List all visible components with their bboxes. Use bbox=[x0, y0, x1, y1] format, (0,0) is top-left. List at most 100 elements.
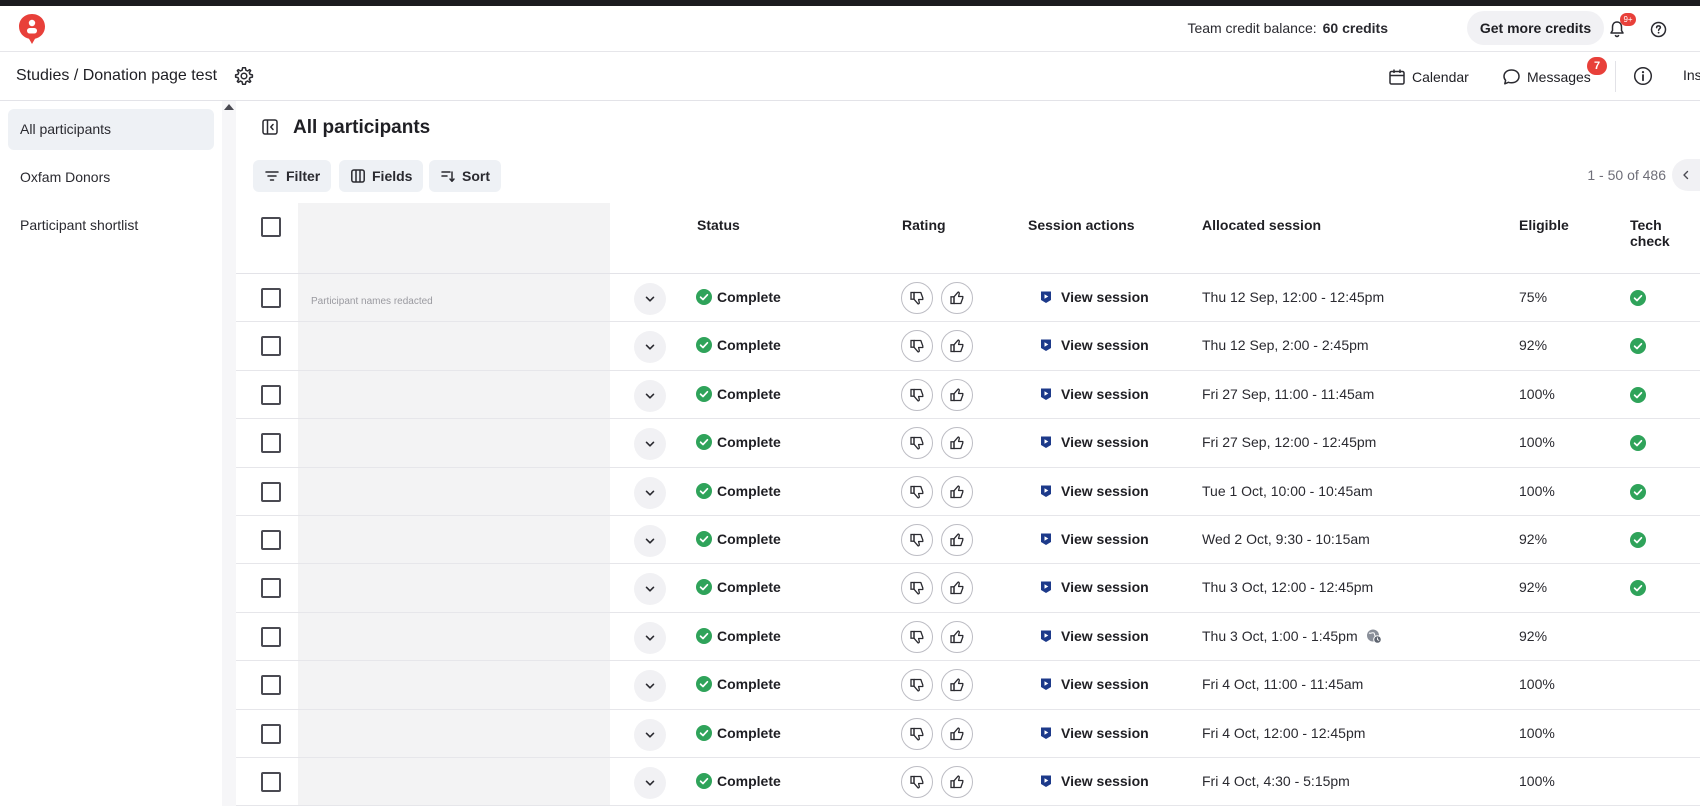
fields-button[interactable]: Fields bbox=[339, 160, 424, 192]
column-header-eligible[interactable]: Eligible bbox=[1519, 217, 1569, 233]
thumbs-down-button[interactable] bbox=[901, 378, 933, 411]
table-row[interactable]: Complete View session Thu 3 Oct, 12:00 - 1… bbox=[236, 564, 1700, 613]
table-row[interactable]: Complete View session Fri 4 Oct, 11:00 - 1… bbox=[236, 661, 1700, 710]
thumbs-down-button[interactable] bbox=[901, 717, 933, 750]
calendar-link[interactable]: Calendar bbox=[1388, 66, 1469, 88]
thumbs-down-button[interactable] bbox=[901, 766, 933, 798]
sidebar-collapse-icon[interactable] bbox=[261, 118, 279, 136]
expand-row-button[interactable] bbox=[634, 331, 666, 364]
row-select-checkbox[interactable] bbox=[261, 288, 281, 308]
view-session-link[interactable]: View session bbox=[1039, 676, 1149, 692]
table-row[interactable]: Complete View session Thu 3 Oct, 1:00 - 1:… bbox=[236, 613, 1700, 662]
expand-row-button[interactable] bbox=[634, 670, 666, 703]
select-all-checkbox[interactable] bbox=[261, 217, 281, 237]
check-circle-icon bbox=[696, 482, 712, 499]
thumbs-up-button[interactable] bbox=[941, 766, 973, 798]
messages-link[interactable]: Messages bbox=[1502, 66, 1591, 88]
row-select-checkbox[interactable] bbox=[261, 772, 281, 792]
expand-row-button[interactable] bbox=[634, 621, 666, 654]
table-row[interactable]: Complete View session Thu 12 Sep, 12:00 - … bbox=[236, 274, 1700, 323]
help-icon[interactable] bbox=[1650, 21, 1667, 38]
filter-button[interactable]: Filter bbox=[253, 160, 332, 192]
expand-row-button[interactable] bbox=[634, 767, 666, 799]
expand-row-button[interactable] bbox=[634, 573, 666, 606]
expand-row-button[interactable] bbox=[634, 525, 666, 557]
thumbs-up-button[interactable] bbox=[941, 282, 973, 314]
column-header-tech-check[interactable]: Tech check bbox=[1630, 217, 1680, 249]
gear-icon[interactable] bbox=[234, 66, 254, 86]
play-session-icon bbox=[1041, 388, 1051, 400]
view-session-link[interactable]: View session bbox=[1039, 579, 1149, 595]
table-row[interactable]: Complete View session Tue 1 Oct, 10:00 - 1… bbox=[236, 468, 1700, 516]
table-row[interactable]: Complete View session Fri 4 Oct, 12:00 - 1… bbox=[236, 710, 1700, 758]
view-session-link[interactable]: View session bbox=[1039, 628, 1149, 644]
row-select-checkbox[interactable] bbox=[261, 481, 281, 502]
sidebar-item-participant-shortlist[interactable]: Participant shortlist bbox=[8, 205, 214, 246]
view-session-link[interactable]: View session bbox=[1039, 483, 1149, 499]
thumbs-up-button[interactable] bbox=[941, 330, 973, 363]
row-select-checkbox[interactable] bbox=[261, 336, 281, 357]
table-row[interactable]: Complete View session Fri 4 Oct, 4:30 - 5:… bbox=[236, 758, 1700, 806]
get-more-credits-button[interactable]: Get more credits bbox=[1467, 11, 1604, 45]
column-header-allocated-session[interactable]: Allocated session bbox=[1202, 217, 1321, 233]
thumbs-down-button[interactable] bbox=[901, 282, 933, 314]
thumbs-up-button[interactable] bbox=[941, 475, 973, 508]
row-select-checkbox[interactable] bbox=[261, 433, 281, 454]
previous-page-button[interactable] bbox=[1672, 159, 1700, 191]
table-row[interactable]: Complete View session Thu 12 Sep, 2:00 - 2… bbox=[236, 322, 1700, 371]
view-session-link[interactable]: View session bbox=[1039, 773, 1149, 789]
thumbs-up-button[interactable] bbox=[941, 524, 973, 556]
scroll-up-arrow-icon[interactable] bbox=[224, 104, 234, 110]
status-cell: Complete bbox=[696, 724, 781, 741]
thumbs-up-button[interactable] bbox=[941, 669, 973, 702]
thumbs-down-button[interactable] bbox=[901, 475, 933, 508]
thumbs-down-button[interactable] bbox=[901, 524, 933, 556]
overflow-nav-item[interactable]: Ins bbox=[1683, 67, 1700, 83]
expand-row-button[interactable] bbox=[634, 283, 666, 315]
view-session-link[interactable]: View session bbox=[1039, 434, 1149, 450]
eligible-cell: 92% bbox=[1519, 531, 1548, 547]
sort-button[interactable]: Sort bbox=[429, 160, 501, 192]
thumbs-down-button[interactable] bbox=[901, 330, 933, 363]
sidebar-item-all-participants[interactable]: All participants bbox=[8, 109, 214, 150]
row-select-checkbox[interactable] bbox=[261, 723, 281, 744]
view-session-link[interactable]: View session bbox=[1039, 725, 1149, 741]
thumbs-down-button[interactable] bbox=[901, 572, 933, 605]
table-row[interactable]: Complete View session Fri 27 Sep, 11:00 - … bbox=[236, 371, 1700, 420]
check-circle-icon bbox=[696, 773, 712, 789]
sidebar-item-oxfam-donors[interactable]: Oxfam Donors bbox=[8, 157, 214, 198]
breadcrumb[interactable]: Studies / Donation page test bbox=[16, 67, 217, 85]
column-header-session-actions[interactable]: Session actions bbox=[1028, 217, 1135, 233]
column-header-status[interactable]: Status bbox=[697, 217, 740, 233]
thumbs-up-button[interactable] bbox=[941, 620, 973, 653]
row-select-checkbox[interactable] bbox=[261, 578, 281, 599]
status-label: Complete bbox=[717, 385, 781, 402]
view-session-link[interactable]: View session bbox=[1039, 289, 1149, 305]
column-header-rating[interactable]: Rating bbox=[902, 217, 946, 233]
expand-row-button[interactable] bbox=[634, 718, 666, 751]
brand-logo-icon[interactable] bbox=[18, 13, 46, 45]
globe-clock-icon[interactable] bbox=[1366, 628, 1382, 644]
thumbs-up-button[interactable] bbox=[941, 427, 973, 460]
row-select-checkbox[interactable] bbox=[261, 384, 281, 405]
study-header: Studies / Donation page test Calendar Me… bbox=[0, 52, 1700, 101]
thumbs-down-button[interactable] bbox=[901, 669, 933, 702]
thumbs-up-button[interactable] bbox=[941, 572, 973, 605]
expand-row-button[interactable] bbox=[634, 476, 666, 509]
thumbs-up-button[interactable] bbox=[941, 378, 973, 411]
view-session-link[interactable]: View session bbox=[1039, 531, 1149, 547]
row-select-checkbox[interactable] bbox=[261, 675, 281, 696]
view-session-link[interactable]: View session bbox=[1039, 337, 1149, 353]
row-select-checkbox[interactable] bbox=[261, 530, 281, 550]
table-row[interactable]: Complete View session Fri 27 Sep, 12:00 - … bbox=[236, 419, 1700, 468]
info-icon[interactable] bbox=[1633, 66, 1653, 86]
sidebar-scrollbar-track[interactable] bbox=[222, 101, 236, 806]
row-select-checkbox[interactable] bbox=[261, 626, 281, 647]
expand-row-button[interactable] bbox=[634, 428, 666, 461]
thumbs-down-button[interactable] bbox=[901, 620, 933, 653]
expand-row-button[interactable] bbox=[634, 379, 666, 412]
table-row[interactable]: Complete View session Wed 2 Oct, 9:30 - 10… bbox=[236, 516, 1700, 565]
thumbs-up-button[interactable] bbox=[941, 717, 973, 750]
view-session-link[interactable]: View session bbox=[1039, 386, 1149, 402]
thumbs-down-button[interactable] bbox=[901, 427, 933, 460]
